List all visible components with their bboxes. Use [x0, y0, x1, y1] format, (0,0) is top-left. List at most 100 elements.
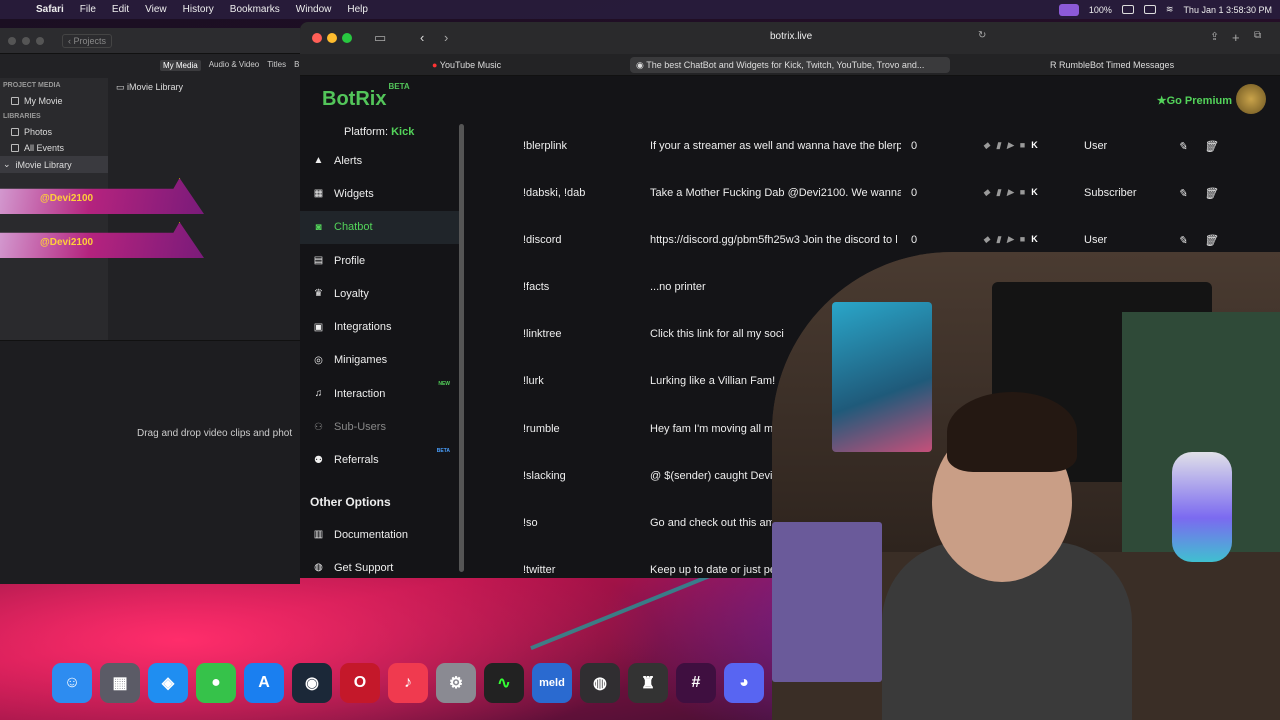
battery-icon[interactable] [1121, 5, 1134, 14]
music-icon[interactable]: ♪ [388, 663, 428, 703]
edit-icon[interactable]: ✎ [1178, 234, 1187, 247]
menu-help[interactable]: Help [339, 4, 376, 15]
app-store-icon[interactable]: A [244, 663, 284, 703]
sidebar-item-interaction[interactable]: ♫ Interaction NEW [300, 377, 460, 410]
address-bar[interactable]: botrix.live [770, 31, 812, 42]
sidebar-item-integrations[interactable]: ▣ Integrations [300, 310, 460, 343]
menu-file[interactable]: File [72, 4, 104, 15]
menu-app-name[interactable]: Safari [28, 4, 72, 15]
delete-icon[interactable]: 🗑 [1203, 234, 1217, 247]
minimize-button[interactable] [327, 33, 337, 43]
sidebar-item-label: Chatbot [334, 221, 373, 234]
sidebar-item-chatbot[interactable]: ◙ Chatbot [300, 210, 460, 244]
sidebar-item-label: Interaction [334, 387, 386, 400]
sidebar-item-label: Documentation [334, 528, 408, 541]
sidebar-item-loyalty[interactable]: ♛ Loyalty [300, 277, 460, 310]
edit-icon[interactable]: ✎ [1178, 140, 1187, 153]
sidebar-item-alerts[interactable]: ▲ Alerts [300, 144, 460, 177]
forward-icon[interactable]: › [444, 30, 448, 45]
tab-audio-video[interactable]: Audio & Video [209, 60, 260, 71]
botrix-logo[interactable]: BotRixBETA [322, 82, 410, 111]
safari-icon[interactable]: ◈ [148, 663, 188, 703]
sidebar-item-documentation[interactable]: ▥ Documentation [300, 518, 460, 551]
table-row[interactable]: !dabski, !dab Take a Mother Fucking Dab … [523, 173, 1223, 220]
new-tab-icon[interactable]: + [1232, 30, 1240, 45]
close-button[interactable] [312, 33, 322, 43]
trovo-icon: ■ [1019, 140, 1026, 150]
messages-icon[interactable]: ● [196, 663, 236, 703]
sidebar-item-all-events[interactable]: All Events [0, 140, 108, 156]
zoom-button[interactable] [342, 33, 352, 43]
sidebar-item-label: Referrals [334, 454, 379, 467]
tab-overview-icon[interactable]: ⧉ [1254, 30, 1261, 41]
obs-icon[interactable]: ◍ [580, 663, 620, 703]
avatar[interactable] [1236, 84, 1266, 114]
slack-icon[interactable]: # [676, 663, 716, 703]
sidebar-item-my-movie[interactable]: My Movie [0, 93, 108, 109]
sidebar-item-imovie-library[interactable]: ⌄ iMovie Library [0, 156, 108, 173]
sidebar-scrollbar[interactable] [459, 124, 464, 572]
menu-history[interactable]: History [175, 4, 222, 15]
timeline[interactable] [0, 340, 300, 584]
menu-window[interactable]: Window [288, 4, 340, 15]
opera-icon[interactable]: O [340, 663, 380, 703]
book-icon: ▥ [313, 529, 324, 541]
activity-monitor-icon[interactable]: ∿ [484, 663, 524, 703]
go-premium-label: Go Premium [1166, 95, 1232, 107]
voice-app-icon[interactable]: ♜ [628, 663, 668, 703]
tab-botrix[interactable]: ◉ The best ChatBot and Widgets for Kick,… [630, 57, 950, 73]
platform-icons: ◆ ▮ ▶ ■ K [983, 187, 1063, 198]
sidebar-item-label: iMovie Library [15, 159, 72, 170]
menu-clock[interactable]: Thu Jan 1 3:58:30 PM [1183, 5, 1272, 15]
grid-icon [11, 144, 19, 152]
display-icon[interactable] [1143, 5, 1156, 14]
delete-icon[interactable]: 🗑 [1203, 140, 1217, 153]
logo-text: BotRix [322, 88, 387, 110]
reload-icon[interactable]: ↻ [978, 30, 986, 41]
sidebar-item-photos[interactable]: Photos [0, 124, 108, 140]
sidebar-item-widgets[interactable]: ▦ Widgets [300, 177, 460, 210]
sidebar-item-minigames[interactable]: ◎ Minigames [300, 344, 460, 377]
sidebar-item-sub-users[interactable]: ⚇ Sub-Users [300, 410, 460, 443]
tab-backgrounds[interactable]: B [294, 60, 299, 71]
go-premium-button[interactable]: ★Go Premium [1157, 94, 1232, 107]
sidebar-toggle-icon[interactable]: ▭ [374, 30, 386, 46]
trovo-icon: ■ [1019, 187, 1026, 198]
projects-button[interactable]: ‹ Projects [62, 33, 113, 48]
meld-icon[interactable]: meld [532, 663, 572, 703]
platform-selector[interactable]: Platform: Kick [344, 126, 414, 138]
minimize-button[interactable] [22, 36, 30, 45]
menu-view[interactable]: View [137, 4, 175, 15]
tab-titles[interactable]: Titles [267, 60, 286, 71]
sidebar-item-get-support[interactable]: ◍ Get Support [300, 551, 460, 578]
menu-bookmarks[interactable]: Bookmarks [222, 4, 288, 15]
menu-edit[interactable]: Edit [104, 4, 137, 15]
close-button[interactable] [8, 36, 16, 45]
share-icon[interactable]: ⇪ [1210, 30, 1219, 43]
back-icon[interactable]: ‹ [420, 30, 424, 45]
other-options-header: Other Options [310, 495, 391, 509]
tab-youtube-music[interactable]: ● YouTube Music [426, 57, 507, 73]
sidebar-item-label: My Movie [24, 96, 63, 106]
launchpad-icon[interactable]: ▦ [100, 663, 140, 703]
command-cooldown: 0 [911, 187, 918, 200]
project-media-header: PROJECT MEDIA [3, 82, 61, 89]
table-row[interactable]: !blerplink If your a streamer as well an… [523, 126, 1223, 173]
sidebar-item-label: Integrations [334, 321, 392, 334]
edit-icon[interactable]: ✎ [1178, 187, 1187, 200]
trophy-icon: ♛ [314, 288, 323, 300]
finder-icon[interactable]: ☺ [52, 663, 92, 703]
sidebar-item-referrals[interactable]: ⚉ Referrals BETA [300, 444, 460, 477]
sidebar-item-profile[interactable]: ▤ Profile [300, 244, 460, 277]
delete-icon[interactable]: 🗑 [1203, 187, 1217, 200]
tab-my-media[interactable]: My Media [160, 60, 201, 71]
discord-icon[interactable]: ◕ [724, 663, 764, 703]
webcam-poster [832, 302, 932, 452]
wifi-icon[interactable]: ≋ [1166, 4, 1174, 15]
zoom-button[interactable] [36, 36, 44, 45]
steam-icon[interactable]: ◉ [292, 663, 332, 703]
sidebar-item-label: Alerts [334, 154, 363, 167]
tab-rumblebot[interactable]: R RumbleBot Timed Messages [1044, 57, 1180, 73]
settings-icon[interactable]: ⚙ [436, 663, 476, 703]
control-center-icon[interactable] [1058, 3, 1079, 16]
